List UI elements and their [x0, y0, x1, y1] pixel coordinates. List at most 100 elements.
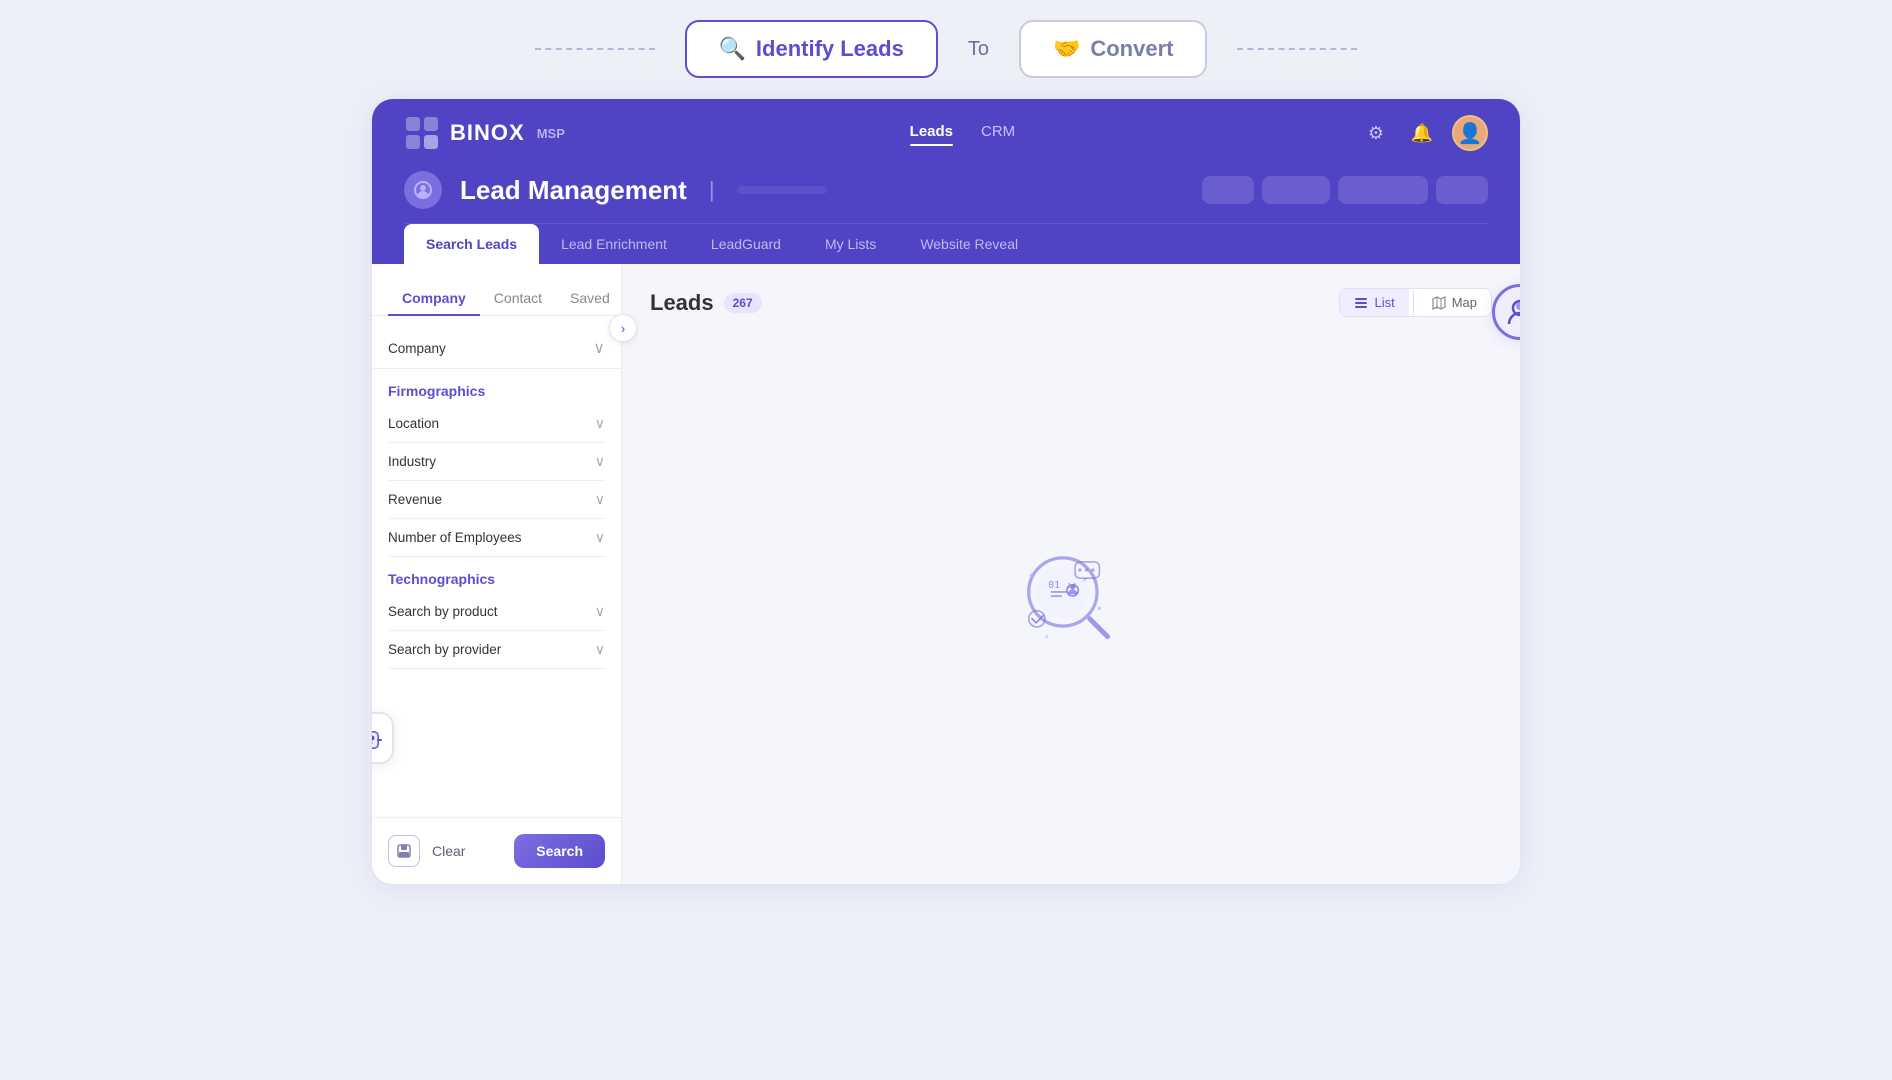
company-dropdown-label: Company: [388, 341, 446, 356]
bell-icon-btn[interactable]: 🔔: [1406, 117, 1438, 149]
company-dropdown-chevron: ∨: [593, 338, 605, 358]
results-area: Leads 267 List: [622, 264, 1520, 884]
action-btn-4[interactable]: [1436, 176, 1488, 204]
technographics-section: Search by product ∨ Search by provider ∨: [372, 593, 621, 669]
view-list-btn[interactable]: List: [1340, 289, 1408, 316]
chatbot-widget[interactable]: [371, 712, 394, 764]
search-illustration: 01 ::: [1006, 531, 1136, 666]
workflow-identify-label: Identify Leads: [756, 36, 904, 62]
action-btn-1[interactable]: [1202, 176, 1254, 204]
main-content: Company Contact Saved Company ∨ Firmogra…: [372, 264, 1520, 884]
subnav-leadguard[interactable]: LeadGuard: [689, 224, 803, 264]
sidebar-tab-contact[interactable]: Contact: [480, 282, 556, 316]
workflow-to-label: To: [968, 38, 989, 61]
search-btn[interactable]: Search: [514, 834, 605, 868]
top-nav-links: Leads CRM: [910, 123, 1016, 144]
workflow-step-convert[interactable]: 🤝 Convert: [1019, 20, 1208, 78]
sidebar-tab-saved[interactable]: Saved: [556, 282, 624, 316]
filter-revenue[interactable]: Revenue ∨: [388, 481, 605, 519]
subnav-search-leads[interactable]: Search Leads: [404, 224, 539, 264]
filter-employees[interactable]: Number of Employees ∨: [388, 519, 605, 557]
page-subtitle-bar: [737, 186, 1184, 194]
robot-icon: [371, 724, 382, 752]
sidebar: Company Contact Saved Company ∨ Firmogra…: [372, 264, 622, 884]
app-header: BINOX MSP Leads CRM ⚙ 🔔 👤: [372, 99, 1520, 264]
brand: BINOX MSP: [404, 115, 565, 151]
page-action-btns: [1202, 176, 1488, 204]
workflow-bar: 🔍 Identify Leads To 🤝 Convert: [535, 20, 1358, 78]
brand-sub: MSP: [537, 126, 565, 141]
sidebar-bottom: Clear Search: [372, 817, 621, 884]
sidebar-tabs: Company Contact Saved: [372, 282, 621, 316]
workflow-dashed-right: [1237, 48, 1357, 50]
search-icon: 🔍: [719, 36, 746, 62]
workflow-dashed-left: [535, 48, 655, 50]
firmographics-section: Location ∨ Industry ∨ Revenue ∨ Number o…: [372, 405, 621, 557]
subnav-lead-enrichment[interactable]: Lead Enrichment: [539, 224, 689, 264]
filter-industry-chevron: ∨: [595, 453, 605, 470]
brand-logo-icon: [404, 115, 440, 151]
sidebar-tab-company[interactable]: Company: [388, 282, 480, 316]
workflow-step-identify[interactable]: 🔍 Identify Leads: [685, 20, 938, 78]
empty-state: 01 ::: [650, 337, 1492, 860]
filter-revenue-chevron: ∨: [595, 491, 605, 508]
filter-location-label: Location: [388, 416, 439, 431]
lead-management-icon: [413, 180, 433, 200]
handshake-icon: 🤝: [1053, 36, 1080, 62]
filter-search-provider[interactable]: Search by provider ∨: [388, 631, 605, 669]
view-toggle: List Map: [1339, 288, 1492, 317]
page-icon: [404, 171, 442, 209]
results-count-badge: 267: [724, 293, 762, 313]
gear-icon-btn[interactable]: ⚙: [1360, 117, 1392, 149]
filter-search-provider-chevron: ∨: [595, 641, 605, 658]
filter-location-chevron: ∨: [595, 415, 605, 432]
page-title-divider: |: [709, 177, 715, 203]
firmographics-title: Firmographics: [372, 369, 621, 405]
map-view-icon: [1432, 296, 1446, 310]
workflow-convert-label: Convert: [1090, 36, 1173, 62]
page-title: Lead Management: [460, 175, 687, 206]
filter-search-product-chevron: ∨: [595, 603, 605, 620]
save-icon: [396, 843, 412, 859]
view-list-label: List: [1374, 295, 1394, 310]
sidebar-toggle-btn[interactable]: ›: [609, 314, 637, 342]
save-filter-btn[interactable]: [388, 835, 420, 867]
subnav-website-reveal[interactable]: Website Reveal: [898, 224, 1040, 264]
action-btn-3[interactable]: [1338, 176, 1428, 204]
company-dropdown[interactable]: Company ∨: [372, 328, 621, 369]
top-nav-crm[interactable]: CRM: [981, 123, 1015, 144]
filter-industry[interactable]: Industry ∨: [388, 443, 605, 481]
brand-name: BINOX: [450, 120, 525, 146]
top-nav-leads[interactable]: Leads: [910, 123, 953, 144]
action-btn-2[interactable]: [1262, 176, 1330, 204]
results-title-row: Leads 267: [650, 290, 762, 316]
top-nav-icons: ⚙ 🔔 👤: [1360, 115, 1488, 151]
sub-nav: Search Leads Lead Enrichment LeadGuard M…: [404, 223, 1488, 264]
view-toggle-divider: [1413, 291, 1414, 315]
filter-search-product-label: Search by product: [388, 604, 498, 619]
view-map-label: Map: [1452, 295, 1477, 310]
avatar-icon: 👤: [1458, 121, 1483, 146]
app-topbar: BINOX MSP Leads CRM ⚙ 🔔 👤: [404, 99, 1488, 161]
results-title: Leads: [650, 290, 714, 316]
filter-revenue-label: Revenue: [388, 492, 442, 507]
filter-employees-label: Number of Employees: [388, 530, 522, 545]
filter-location[interactable]: Location ∨: [388, 405, 605, 443]
search-illustration-svg: 01 ::: [1006, 531, 1136, 661]
filter-industry-label: Industry: [388, 454, 436, 469]
app-container: BINOX MSP Leads CRM ⚙ 🔔 👤: [371, 98, 1521, 885]
filter-employees-chevron: ∨: [595, 529, 605, 546]
page-wrapper: 🔍 Identify Leads To 🤝 Convert: [0, 0, 1892, 1080]
floating-avatar-icon: [1505, 297, 1521, 327]
filter-search-provider-label: Search by provider: [388, 642, 501, 657]
filter-search-product[interactable]: Search by product ∨: [388, 593, 605, 631]
subnav-my-lists[interactable]: My Lists: [803, 224, 898, 264]
clear-btn[interactable]: Clear: [432, 843, 465, 859]
page-header-row: Lead Management |: [404, 161, 1488, 223]
subtitle-pill-1: [737, 186, 827, 194]
view-map-btn[interactable]: Map: [1418, 289, 1491, 316]
user-avatar-btn[interactable]: 👤: [1452, 115, 1488, 151]
results-header: Leads 267 List: [650, 288, 1492, 317]
list-view-icon: [1354, 296, 1368, 310]
technographics-title: Technographics: [372, 557, 621, 593]
